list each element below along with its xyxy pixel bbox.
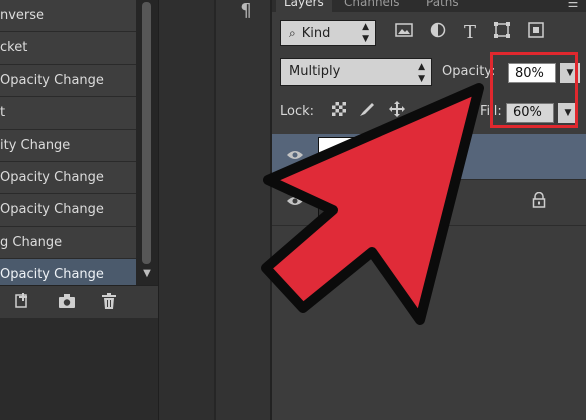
image-filter-icon[interactable] bbox=[392, 21, 416, 45]
eye-visibility-icon[interactable] bbox=[284, 192, 306, 214]
panel-menu-icon[interactable]: ☰ bbox=[564, 0, 582, 9]
opacity-input[interactable] bbox=[508, 63, 556, 83]
adjustment-filter-icon[interactable] bbox=[426, 21, 450, 45]
history-item[interactable]: nverse bbox=[0, 0, 136, 33]
lock-label: Lock: bbox=[280, 104, 315, 119]
lock-transparent-pixels-icon[interactable] bbox=[328, 100, 350, 124]
layer-thumbnail bbox=[318, 137, 376, 179]
history-footer bbox=[0, 285, 158, 318]
history-list: nverse cket Opacity Change t ity Change … bbox=[0, 0, 136, 292]
blend-mode-select[interactable]: Multiply ▲ ▼ bbox=[280, 58, 432, 86]
history-item[interactable]: Opacity Change bbox=[0, 194, 136, 227]
history-item[interactable]: Opacity Change bbox=[0, 64, 136, 98]
lock-fill-row: Lock: Fill: 60% ▼ bbox=[280, 100, 586, 126]
trash-icon[interactable] bbox=[98, 291, 120, 313]
paragraph-icon[interactable]: ¶ bbox=[232, 0, 260, 26]
scroll-down-arrow-icon[interactable]: ▼ bbox=[140, 266, 154, 282]
blend-mode-value: Multiply bbox=[289, 64, 341, 79]
filter-kind-select[interactable]: ⌕ Kind ▲ ▼ bbox=[280, 20, 376, 46]
tab-paths[interactable]: Paths bbox=[418, 0, 467, 12]
camera-icon[interactable] bbox=[56, 291, 78, 313]
lock-image-pixels-icon[interactable] bbox=[356, 100, 378, 124]
filter-kind-label: Kind bbox=[301, 26, 331, 41]
layer-thumbnail bbox=[318, 183, 376, 225]
layer-filter-bar: ⌕ Kind ▲ ▼ T bbox=[280, 20, 582, 48]
history-item[interactable]: g Change bbox=[0, 226, 136, 260]
updown-arrows-icon: ▲ ▼ bbox=[418, 62, 425, 84]
history-item[interactable]: Opacity Change bbox=[0, 161, 136, 195]
history-item[interactable]: t bbox=[0, 97, 136, 130]
eye-visibility-icon[interactable] bbox=[284, 146, 306, 168]
history-panel: nverse cket Opacity Change t ity Change … bbox=[0, 0, 158, 420]
panel-tab-bar: Layers Channels Paths ☰ bbox=[272, 0, 586, 12]
new-document-from-state-icon[interactable] bbox=[12, 291, 34, 313]
dock-strip bbox=[158, 0, 215, 420]
updown-arrows-icon: ▲ ▼ bbox=[362, 22, 369, 44]
opacity-label: Opacity: bbox=[442, 64, 496, 79]
type-filter-icon[interactable]: T bbox=[458, 21, 482, 45]
tab-channels[interactable]: Channels bbox=[336, 0, 408, 12]
fill-input[interactable]: 60% bbox=[506, 103, 554, 123]
history-item[interactable]: cket bbox=[0, 32, 136, 65]
fill-dropdown-icon[interactable]: ▼ bbox=[558, 103, 578, 123]
opacity-dropdown-icon[interactable]: ▼ bbox=[560, 63, 580, 83]
layers-panel: Layers Channels Paths ☰ ⌕ Kind ▲ ▼ T Multi… bbox=[270, 0, 586, 420]
history-scrollbar[interactable]: ▼ bbox=[136, 0, 158, 285]
fill-label: Fill: bbox=[480, 104, 502, 119]
search-icon: ⌕ bbox=[289, 26, 296, 40]
tab-layers[interactable]: Layers bbox=[276, 0, 332, 12]
icon-dock bbox=[216, 0, 270, 420]
smart-object-filter-icon[interactable] bbox=[524, 21, 548, 45]
shape-filter-icon[interactable] bbox=[490, 21, 514, 45]
layer-row-selected[interactable] bbox=[272, 134, 586, 180]
blend-opacity-row: Multiply ▲▼ Opacity: ▼ bbox=[280, 58, 586, 88]
layer-name[interactable]: ind bbox=[432, 195, 452, 210]
lock-icon bbox=[530, 191, 548, 212]
scroll-thumb[interactable] bbox=[142, 2, 151, 264]
layer-row[interactable]: ind bbox=[272, 180, 586, 226]
history-item[interactable]: ity Change bbox=[0, 129, 136, 162]
lock-position-icon[interactable] bbox=[386, 100, 408, 124]
